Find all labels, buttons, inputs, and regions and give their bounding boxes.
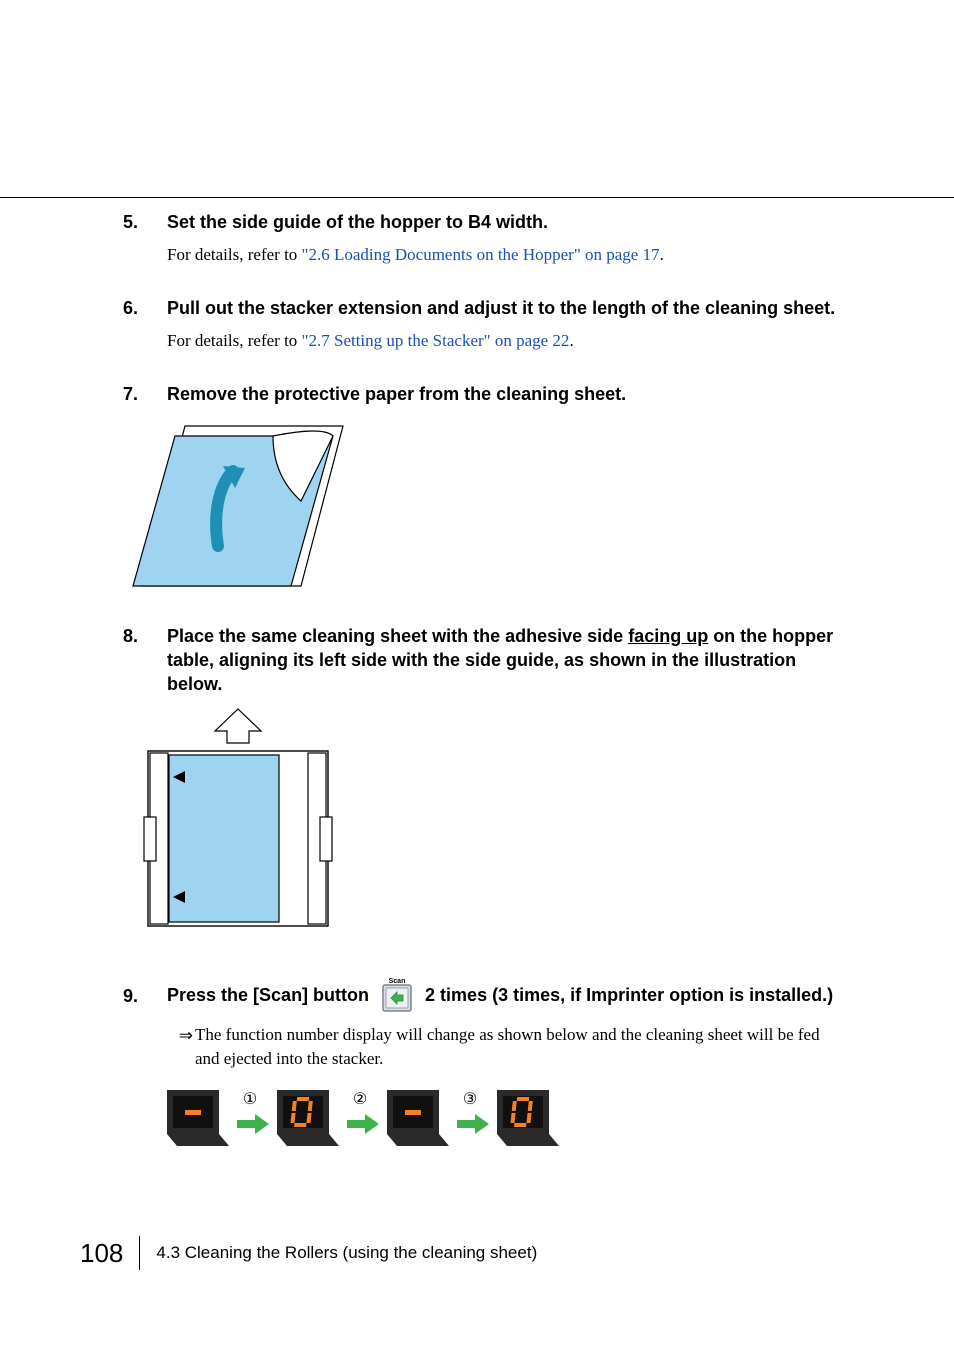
page-content: 5. Set the side guide of the hopper to B…	[123, 210, 843, 1182]
body-text-suffix: .	[660, 245, 664, 264]
scan-label: Scan	[389, 978, 406, 985]
title-part: Place the same cleaning sheet with the a…	[167, 626, 628, 646]
circled-1: ①	[243, 1091, 257, 1108]
result-arrow: ⇒	[167, 1023, 195, 1071]
step-body: For details, refer to "2.6 Loading Docum…	[167, 242, 843, 268]
step-title: Pull out the stacker extension and adjus…	[167, 296, 843, 320]
step-6: 6. Pull out the stacker extension and ad…	[123, 296, 843, 354]
step-title: Set the side guide of the hopper to B4 w…	[167, 210, 843, 234]
display-sequence-illustration: ①	[167, 1082, 597, 1154]
body-text-prefix: For details, refer to	[167, 245, 302, 264]
result-text: The function number display will change …	[195, 1023, 843, 1071]
cross-ref-link[interactable]: "2.7 Setting up the Stacker" on page 22	[302, 331, 570, 350]
section-title: 4.3 Cleaning the Rollers (using the clea…	[156, 1243, 537, 1263]
step-7: 7. Remove the protective paper from the …	[123, 382, 843, 596]
cross-ref-link[interactable]: "2.6 Loading Documents on the Hopper" on…	[302, 245, 660, 264]
page-number: 108	[80, 1238, 139, 1269]
peel-sheet-illustration	[123, 416, 353, 596]
step-title: Remove the protective paper from the cle…	[167, 382, 843, 406]
step-number: 5.	[123, 210, 167, 234]
step-body: ⇒ The function number display will chang…	[167, 1023, 843, 1155]
step-8: 8. Place the same cleaning sheet with th…	[123, 624, 843, 937]
step-title: Press the [Scan] button Scan 2 times (3 …	[167, 977, 843, 1015]
body-text-suffix: .	[569, 331, 573, 350]
circled-2: ②	[353, 1091, 367, 1108]
top-divider	[0, 197, 954, 198]
page-footer: 108 4.3 Cleaning the Rollers (using the …	[80, 1236, 537, 1270]
body-text-prefix: For details, refer to	[167, 331, 302, 350]
step-number: 7.	[123, 382, 167, 406]
step-9: 9. Press the [Scan] button Scan 2 times …	[123, 977, 843, 1155]
step-5: 5. Set the side guide of the hopper to B…	[123, 210, 843, 268]
step-body: For details, refer to "2.7 Setting up th…	[167, 328, 843, 354]
title-part-b: 2 times (3 times, if Imprinter option is…	[425, 985, 833, 1005]
title-underline: facing up	[628, 626, 708, 646]
step-number: 6.	[123, 296, 167, 320]
circled-3: ③	[463, 1091, 477, 1108]
scan-button-icon: Scan	[380, 975, 414, 1013]
step-title: Place the same cleaning sheet with the a…	[167, 624, 843, 697]
footer-divider	[139, 1236, 140, 1270]
title-part-a: Press the [Scan] button	[167, 985, 374, 1005]
step-number: 8.	[123, 624, 167, 697]
step-number: 9.	[123, 984, 167, 1008]
hopper-alignment-illustration	[123, 707, 353, 937]
